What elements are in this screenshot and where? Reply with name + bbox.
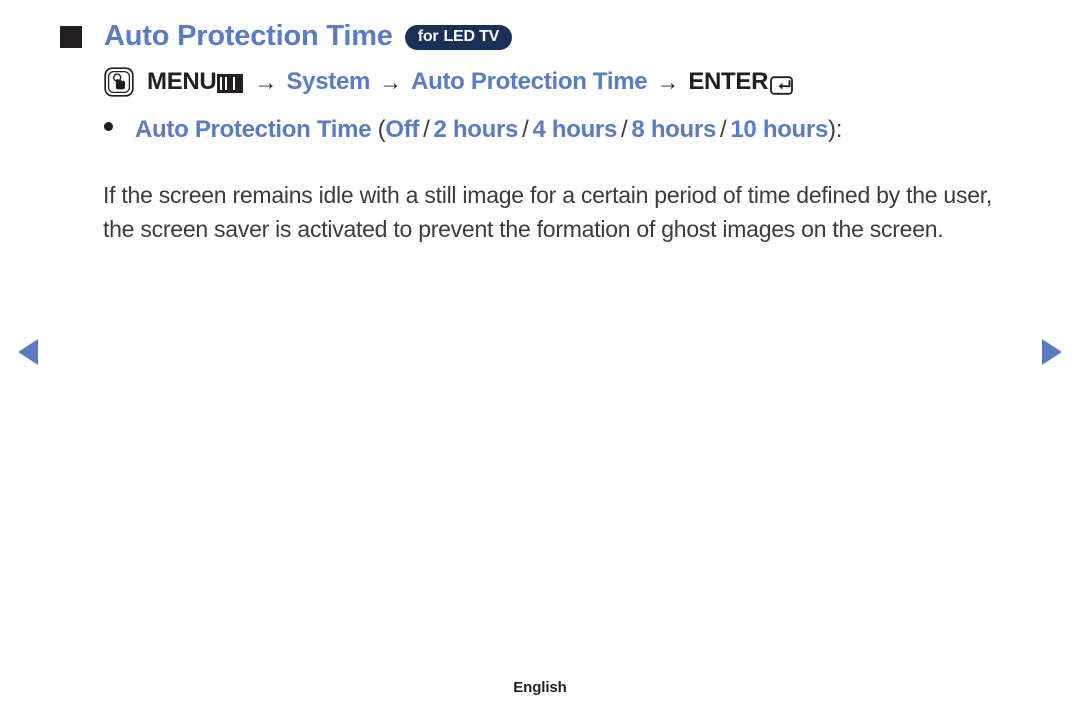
colon: :: [835, 116, 843, 143]
option-separator-1: /: [522, 116, 529, 143]
option-separator-2: /: [621, 116, 628, 143]
square-bullet-icon: [60, 26, 82, 48]
option-value-2: 4 hours: [532, 116, 618, 143]
option-value-1: 2 hours: [433, 116, 519, 143]
page-heading: Auto Protection Time for LED TV: [60, 16, 513, 56]
enter-label: ENTER: [688, 68, 769, 95]
option-separator-0: /: [423, 116, 430, 143]
status-badge: for LED TV: [404, 24, 513, 50]
body-paragraph: If the screen remains idle with a still …: [103, 182, 993, 242]
option-value-0: Off: [385, 116, 420, 143]
round-bullet-icon: [104, 122, 113, 131]
page-title: Auto Protection Time: [104, 19, 393, 52]
badge-model-label: LED TV: [443, 27, 500, 45]
manual-page: Auto Protection Time for LED TV MENU → S…: [0, 0, 1080, 705]
triangle-right-icon[interactable]: [1040, 337, 1064, 367]
option-separator-3: /: [720, 116, 727, 143]
menu-button-label: MENU: [147, 68, 245, 96]
close-paren: ): [828, 116, 836, 143]
path-arrow-1: →: [254, 68, 278, 95]
option-value-4: 10 hours: [730, 116, 829, 143]
menu-step-feature: Auto Protection Time: [411, 68, 648, 95]
option-value-3: 8 hours: [631, 116, 716, 143]
footer-language-label: English: [513, 679, 567, 696]
enter-key-icon: [770, 75, 798, 96]
option-list-item: Auto Protection Time (Off/2 hours/4 hour…: [104, 116, 842, 144]
triangle-left-icon[interactable]: [16, 337, 40, 367]
menu-label-text: MENU: [147, 68, 217, 95]
path-arrow-3: →: [656, 68, 680, 95]
press-button-hand-icon: [104, 67, 134, 97]
menu-step-system: System: [286, 68, 371, 95]
menu-bars-icon: [217, 73, 244, 93]
menu-path-breadcrumb: MENU → System → Auto Protection Time → E…: [104, 64, 798, 100]
option-line-text: Auto Protection Time (Off/2 hours/4 hour…: [135, 116, 842, 144]
badge-prefix-label: for: [417, 27, 439, 45]
path-arrow-2: →: [379, 68, 403, 95]
option-feature-label: Auto Protection Time: [135, 116, 372, 143]
